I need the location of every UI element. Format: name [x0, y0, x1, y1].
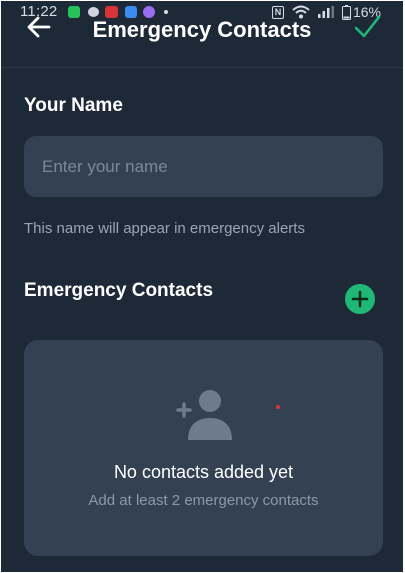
header: Emergency Contacts: [1, 1, 403, 68]
add-contact-button[interactable]: [345, 284, 375, 314]
plus-icon: [351, 290, 369, 308]
your-name-label: Your Name: [24, 95, 123, 116]
empty-state-subtitle: Add at least 2 emergency contacts: [88, 492, 319, 509]
checkmark-icon[interactable]: [353, 13, 381, 41]
empty-state-title: No contacts added yet: [113, 462, 294, 482]
name-input[interactable]: [24, 136, 383, 197]
page-title: Emergency Contacts: [92, 17, 312, 42]
status-dot: [276, 405, 280, 409]
name-helper-text: This name will appear in emergency alert…: [24, 220, 305, 237]
app-screen: 11:22 N 16% Emergency Contacts Your Name…: [1, 1, 403, 572]
emergency-contacts-label: Emergency Contacts: [24, 280, 214, 301]
add-person-icon: [176, 390, 232, 440]
empty-contacts-card: No contacts added yet Add at least 2 eme…: [24, 340, 383, 556]
